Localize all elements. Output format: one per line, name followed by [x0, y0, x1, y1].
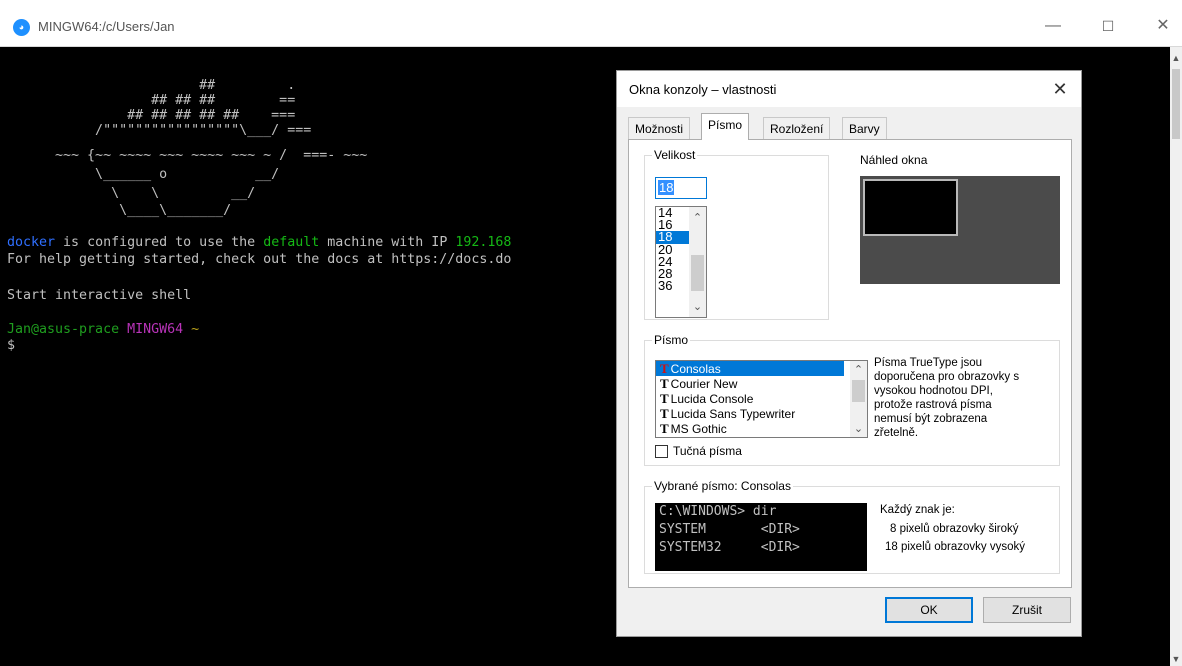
whale-ascii-line: ## .	[7, 78, 296, 93]
font-option[interactable]: T Lucida Sans Typewriter	[656, 406, 844, 421]
sample-line: SYSTEM <DIR>	[659, 522, 800, 537]
prompt-path: ~	[191, 322, 200, 337]
truetype-icon: T	[660, 361, 669, 376]
size-input[interactable]: 18	[655, 177, 707, 199]
font-name: Lucida Sans Typewriter	[670, 407, 796, 421]
scrollbar-thumb[interactable]	[691, 255, 704, 291]
bold-checkbox-label[interactable]: Tučná písma	[673, 444, 742, 458]
chevron-down-icon[interactable]: ⌄	[689, 300, 706, 313]
tab-rozlozeni[interactable]: Rozložení	[763, 117, 831, 139]
default-word: default	[263, 235, 320, 250]
minimize-button[interactable]: —	[1030, 12, 1076, 40]
font-list-scrollbar[interactable]: ⌃ ⌄	[850, 361, 867, 437]
char-info-title: Každý znak je:	[880, 504, 955, 516]
char-width-info: 8 pixelů obrazovky široký	[890, 523, 1019, 535]
size-group: Velikost 18 14 16 18 20 24 28 36 ⌃ ⌄	[644, 148, 829, 320]
font-sample: C:\WINDOWS> dir SYSTEM <DIR> SYSTEM32 <D…	[655, 503, 867, 571]
tab-panel-pismo: Velikost 18 14 16 18 20 24 28 36 ⌃ ⌄ Náh…	[628, 139, 1072, 588]
font-name: MS Gothic	[670, 422, 727, 436]
whale-ascii-line: ## ## ## ==	[7, 93, 296, 108]
font-option[interactable]: T Lucida Console	[656, 391, 844, 406]
help-line: For help getting started, check out the …	[7, 252, 512, 267]
font-option-selected[interactable]: T Consolas	[656, 361, 844, 376]
font-name: Lucida Console	[670, 392, 754, 406]
text-segment: machine with IP	[319, 235, 456, 250]
ok-button[interactable]: OK	[885, 597, 973, 623]
font-group: Písmo T Consolas T Courier New T Lucida Con…	[644, 333, 1060, 466]
scrollbar-thumb[interactable]	[852, 380, 865, 402]
chevron-down-icon[interactable]: ⌄	[850, 422, 867, 435]
scroll-down-icon[interactable]: ▼	[1170, 654, 1182, 664]
preview-mini-window	[863, 179, 958, 236]
start-shell-line: Start interactive shell	[7, 288, 192, 303]
font-group-label: Písmo	[652, 333, 691, 347]
truetype-icon: T	[660, 406, 669, 421]
cancel-button[interactable]: Zrušit	[983, 597, 1071, 623]
preview-label: Náhled okna	[860, 153, 928, 167]
window-title: MINGW64:/c/Users/Jan	[38, 19, 175, 34]
bold-checkbox[interactable]	[655, 445, 668, 458]
prompt-env: MINGW64	[127, 322, 184, 337]
whale-ascii-line: ~~~ {~~ ~~~~ ~~~ ~~~~ ~~~ ~ / ===- ~~~	[7, 148, 368, 163]
size-group-label: Velikost	[652, 148, 698, 162]
truetype-icon: T	[660, 376, 669, 391]
cursor-line: $	[7, 338, 16, 353]
whale-ascii-line: \ \ __/	[7, 186, 256, 201]
docker-ip-line: docker is configured to use the default …	[7, 235, 511, 250]
whale-ascii-line: /"""""""""""""""""\___/ ===	[7, 123, 312, 138]
scroll-up-icon[interactable]: ▲	[1170, 53, 1182, 63]
chevron-up-icon[interactable]: ⌃	[689, 211, 706, 224]
mingw-icon: ◕	[13, 19, 30, 36]
dialog-title: Okna konzoly – vlastnosti	[629, 82, 777, 97]
prompt-line: Jan@asus-prace MINGW64 ~	[7, 322, 199, 337]
truetype-note: Písma TrueType jsou doporučena pro obraz…	[874, 357, 1020, 439]
ip-address: 192.168	[455, 235, 512, 250]
sample-line: SYSTEM32 <DIR>	[659, 540, 800, 555]
whale-ascii-line: ## ## ## ## ## ===	[7, 108, 296, 123]
font-option[interactable]: T Courier New	[656, 376, 844, 391]
tab-moznosti[interactable]: Možnosti	[628, 117, 691, 139]
close-button[interactable]: ✕	[1140, 12, 1182, 40]
window-preview	[860, 176, 1060, 284]
close-icon[interactable]: ✕	[1045, 75, 1075, 103]
size-option[interactable]: 36	[656, 279, 690, 292]
selected-font-group: Vybrané písmo: Consolas C:\WINDOWS> dir …	[644, 479, 1060, 574]
terminal-scrollbar[interactable]: ▲ ▼	[1170, 47, 1182, 666]
chevron-up-icon[interactable]: ⌃	[850, 363, 867, 376]
tab-pismo[interactable]: Písmo	[701, 113, 750, 140]
char-height-info: 18 pixelů obrazovky vysoký	[885, 541, 1025, 553]
text-segment: is configured to use the	[55, 235, 264, 250]
whale-ascii-line: \______ o __/	[7, 167, 280, 182]
font-name: Courier New	[670, 377, 738, 391]
whale-ascii-line: \____\_______/	[7, 203, 232, 218]
docker-word: docker	[7, 235, 56, 250]
truetype-icon: T	[660, 421, 669, 436]
tab-barvy[interactable]: Barvy	[842, 117, 887, 139]
maximize-button[interactable]: ☐	[1085, 12, 1131, 40]
font-name: Consolas	[670, 362, 721, 376]
prompt-user: Jan@asus-prace	[7, 322, 120, 337]
dialog-titlebar: Okna konzoly – vlastnosti ✕	[617, 71, 1081, 107]
scrollbar-thumb[interactable]	[1172, 69, 1180, 139]
size-list-scrollbar[interactable]: ⌃ ⌄	[689, 207, 706, 317]
window-titlebar: ◕ MINGW64:/c/Users/Jan — ☐ ✕	[0, 0, 1182, 47]
truetype-icon: T	[660, 391, 669, 406]
selected-font-label: Vybrané písmo: Consolas	[652, 479, 793, 493]
size-input-value: 18	[658, 180, 675, 195]
size-listbox[interactable]: 14 16 18 20 24 28 36 ⌃ ⌄	[655, 206, 707, 318]
sample-line: C:\WINDOWS> dir	[659, 504, 777, 519]
properties-dialog: Okna konzoly – vlastnosti ✕ Možnosti Pís…	[616, 70, 1082, 637]
font-listbox[interactable]: T Consolas T Courier New T Lucida Console T…	[655, 360, 868, 438]
font-option[interactable]: T MS Gothic	[656, 421, 844, 436]
